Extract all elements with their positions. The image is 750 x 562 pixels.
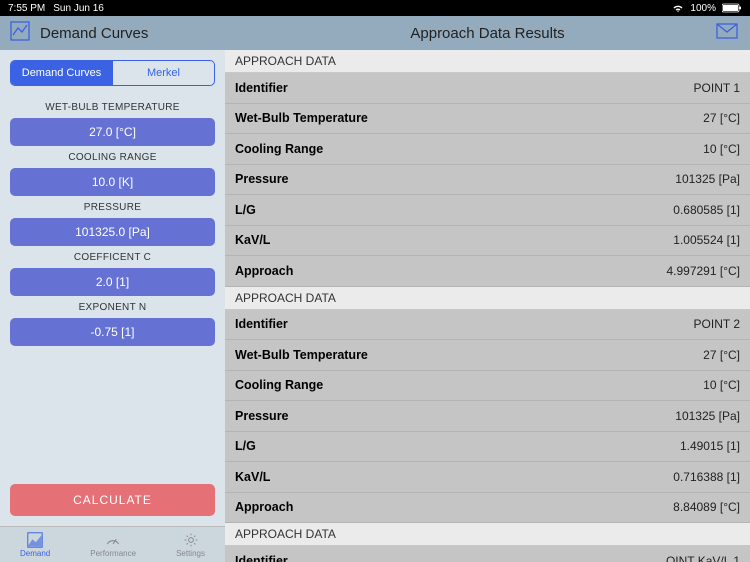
sidebar-title: Demand Curves — [40, 25, 215, 42]
tab-demand[interactable]: Demand — [20, 532, 50, 558]
label-pressure: PRESSURE — [10, 202, 215, 213]
chart-area-icon — [27, 532, 43, 548]
tab-performance-label: Performance — [90, 549, 136, 558]
segmented-control: Demand Curves Merkel — [10, 60, 215, 86]
section-header: APPROACH DATA — [225, 523, 750, 546]
label-exponent-n: EXPONENT N — [10, 302, 215, 313]
gear-icon — [183, 532, 199, 548]
row-kavl: KaV/L 1.005524 [1] — [225, 226, 750, 257]
status-date: Sun Jun 16 — [53, 3, 104, 14]
row-wet-bulb: Wet-Bulb Temperature 27 [°C] — [225, 104, 750, 135]
row-pressure: Pressure 101325 [Pa] — [225, 401, 750, 432]
row-label: Pressure — [235, 172, 289, 186]
status-bar: 7:55 PM Sun Jun 16 100% — [0, 0, 750, 16]
row-value: 101325 [Pa] — [675, 172, 740, 186]
segment-demand-curves[interactable]: Demand Curves — [11, 61, 112, 85]
row-label: KaV/L — [235, 470, 270, 484]
tab-settings-label: Settings — [176, 549, 205, 558]
battery-icon — [722, 3, 742, 13]
row-value: 1.49015 [1] — [680, 439, 740, 453]
tab-demand-label: Demand — [20, 549, 50, 558]
input-cooling-range[interactable]: 10.0 [K] — [10, 168, 215, 196]
segment-merkel[interactable]: Merkel — [112, 61, 214, 85]
row-value: 4.997291 [°C] — [666, 264, 740, 278]
row-value: 0.680585 [1] — [673, 203, 740, 217]
battery-percent: 100% — [690, 3, 716, 14]
row-value: 8.84089 [°C] — [673, 500, 740, 514]
input-wet-bulb[interactable]: 27.0 [°C] — [10, 118, 215, 146]
row-label: Approach — [235, 500, 293, 514]
row-pressure: Pressure 101325 [Pa] — [225, 165, 750, 196]
chart-line-icon[interactable] — [10, 21, 30, 45]
content-header: Approach Data Results — [225, 16, 750, 50]
row-label: L/G — [235, 439, 256, 453]
row-label: Cooling Range — [235, 378, 323, 392]
row-cooling-range: Cooling Range 10 [°C] — [225, 371, 750, 402]
label-coefficient-c: COEFFICENT C — [10, 252, 215, 263]
row-label: L/G — [235, 203, 256, 217]
row-value: 27 [°C] — [703, 111, 740, 125]
input-exponent-n[interactable]: -0.75 [1] — [10, 318, 215, 346]
section-header: APPROACH DATA — [225, 287, 750, 310]
sidebar-header: Demand Curves — [0, 16, 225, 50]
row-lg: L/G 0.680585 [1] — [225, 195, 750, 226]
row-label: Pressure — [235, 409, 289, 423]
content-title: Approach Data Results — [410, 25, 564, 42]
input-pressure[interactable]: 101325.0 [Pa] — [10, 218, 215, 246]
row-kavl: KaV/L 0.716388 [1] — [225, 462, 750, 493]
wifi-icon — [672, 3, 684, 13]
row-value: 27 [°C] — [703, 348, 740, 362]
row-wet-bulb: Wet-Bulb Temperature 27 [°C] — [225, 340, 750, 371]
results-list[interactable]: APPROACH DATA Identifier POINT 1 Wet-Bulb… — [225, 50, 750, 562]
gauge-icon — [105, 532, 121, 548]
row-value: 0.716388 [1] — [673, 470, 740, 484]
label-cooling-range: COOLING RANGE — [10, 152, 215, 163]
row-approach: Approach 4.997291 [°C] — [225, 256, 750, 287]
calculate-button[interactable]: CALCULATE — [10, 484, 215, 516]
row-value: 1.005524 [1] — [673, 233, 740, 247]
row-value: 10 [°C] — [703, 378, 740, 392]
row-label: Wet-Bulb Temperature — [235, 348, 368, 362]
row-value: OINT KaV/L 1 — [666, 554, 740, 562]
row-label: Identifier — [235, 554, 288, 562]
section-header: APPROACH DATA — [225, 50, 750, 73]
row-approach: Approach 8.84089 [°C] — [225, 493, 750, 524]
input-coefficient-c[interactable]: 2.0 [1] — [10, 268, 215, 296]
sidebar: Demand Curves Demand Curves Merkel WET-B… — [0, 16, 225, 562]
tab-bar: Demand Performance Settings — [0, 526, 225, 562]
row-label: Cooling Range — [235, 142, 323, 156]
row-value: POINT 2 — [694, 317, 740, 331]
row-value: 10 [°C] — [703, 142, 740, 156]
row-label: Identifier — [235, 317, 288, 331]
row-cooling-range: Cooling Range 10 [°C] — [225, 134, 750, 165]
row-label: KaV/L — [235, 233, 270, 247]
row-identifier: Identifier POINT 1 — [225, 73, 750, 104]
tab-performance[interactable]: Performance — [90, 532, 136, 558]
row-label: Wet-Bulb Temperature — [235, 111, 368, 125]
row-label: Identifier — [235, 81, 288, 95]
row-value: 101325 [Pa] — [675, 409, 740, 423]
row-label: Approach — [235, 264, 293, 278]
tab-settings[interactable]: Settings — [176, 532, 205, 558]
row-identifier: Identifier POINT 2 — [225, 310, 750, 341]
content-pane: Approach Data Results APPROACH DATA Iden… — [225, 16, 750, 562]
row-lg: L/G 1.49015 [1] — [225, 432, 750, 463]
status-time: 7:55 PM — [8, 3, 45, 14]
row-identifier: Identifier OINT KaV/L 1 — [225, 546, 750, 562]
label-wet-bulb: WET-BULB TEMPERATURE — [10, 102, 215, 113]
row-value: POINT 1 — [694, 81, 740, 95]
mail-icon[interactable] — [716, 23, 738, 43]
